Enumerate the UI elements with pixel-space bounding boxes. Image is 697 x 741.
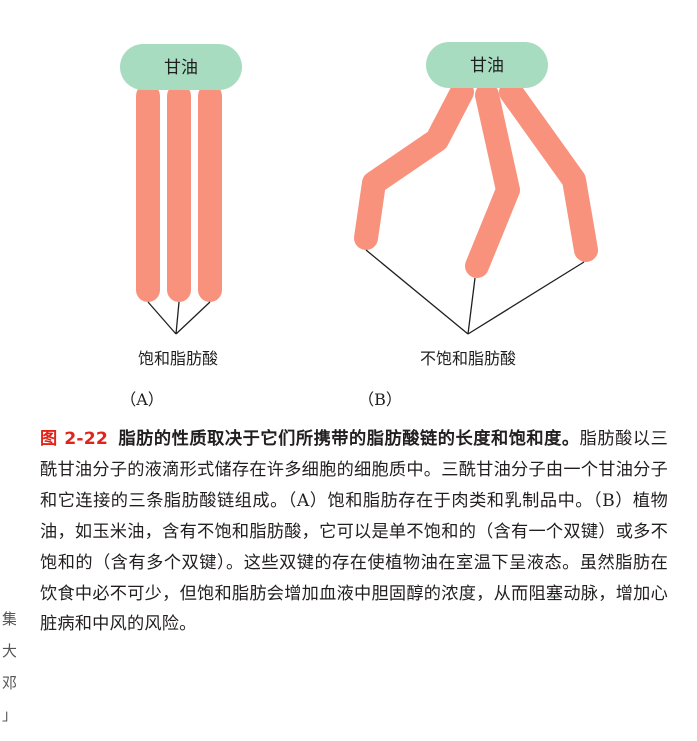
panel-a-label: （A） — [120, 390, 164, 409]
unsaturated-chain-1 — [354, 80, 474, 250]
unsaturated-chain-3 — [499, 80, 598, 262]
panel-b-unsaturated: 甘油 不饱和脂肪酸 （B） — [354, 42, 598, 409]
margin-fragment: 集 — [2, 610, 16, 628]
unsaturated-chain-2 — [465, 83, 520, 278]
pointer-line — [467, 277, 476, 335]
glycerol-label-b: 甘油 — [470, 56, 504, 76]
unsaturated-fatty-acid-label: 不饱和脂肪酸 — [420, 349, 516, 368]
glycerol-label-a: 甘油 — [164, 58, 198, 78]
panel-b-label: （B） — [358, 390, 402, 409]
caption-title: 脂肪的性质取决于它们所携带的脂肪酸链的长度和饱和度。 — [118, 429, 580, 449]
margin-fragment: 大 — [2, 642, 16, 660]
panel-a-pointer-lines — [147, 301, 211, 335]
panel-a-chains — [136, 84, 222, 302]
pointer-line — [175, 301, 211, 335]
cropped-margin-text: 集 大 邓 」 — [0, 580, 24, 741]
margin-fragment: 」 — [2, 706, 16, 724]
figure-number: 图 2-22 — [40, 429, 109, 449]
pointer-line — [147, 301, 177, 335]
panel-b-chains — [354, 80, 598, 278]
panel-a-saturated: 甘油 饱和脂肪酸 （A） — [120, 44, 242, 409]
caption-body: 脂肪酸以三酰甘油分子的液滴形式储存在许多细胞的细胞质中。三酰甘油分子由一个甘油分… — [40, 429, 668, 635]
saturated-fatty-acid-label: 饱和脂肪酸 — [138, 349, 218, 368]
pointer-line — [365, 249, 469, 335]
figure-caption: 图 2-22 脂肪的性质取决于它们所携带的脂肪酸链的长度和饱和度。脂肪酸以三酰甘油… — [40, 424, 668, 640]
fatty-acid-figure: 甘油 饱和脂肪酸 （A） 甘油 不饱和脂肪酸 （B） — [120, 42, 598, 409]
margin-fragment: 邓 — [2, 674, 16, 692]
pointer-line — [175, 301, 180, 335]
